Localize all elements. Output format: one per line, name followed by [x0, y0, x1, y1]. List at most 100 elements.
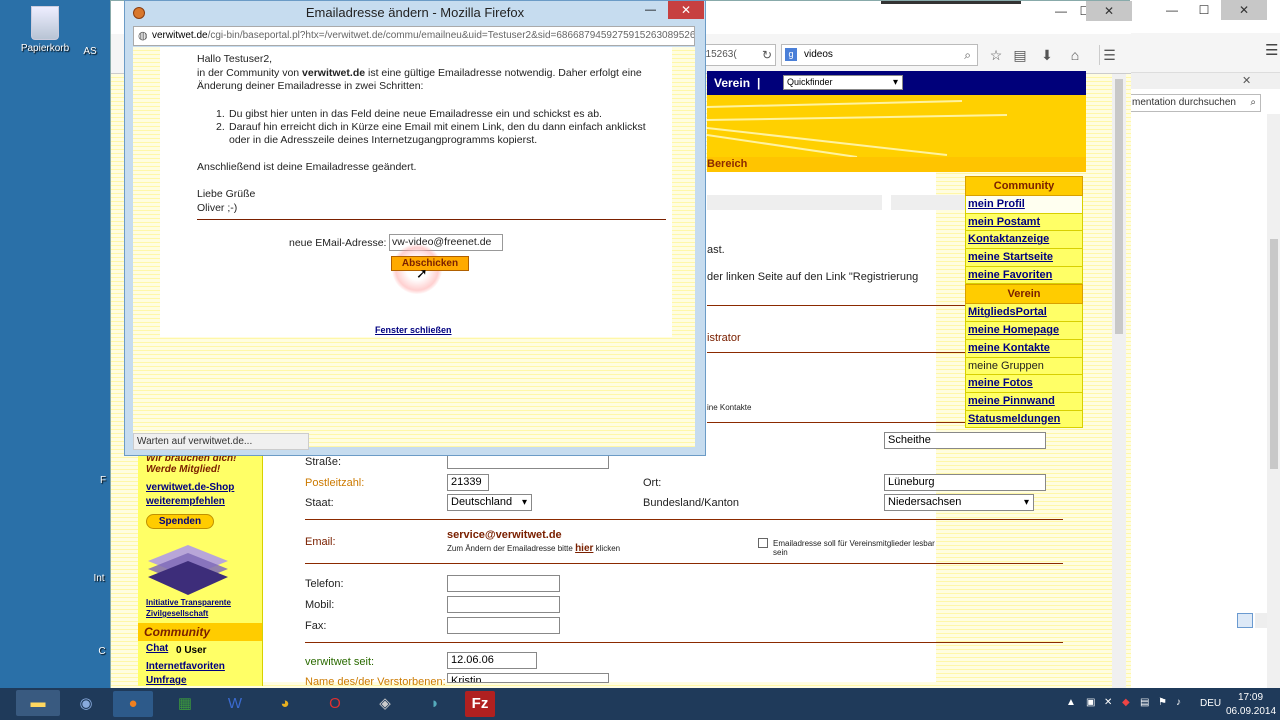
desktop-icon-partial[interactable]: AS: [70, 46, 110, 57]
tray-expand-icon[interactable]: ▲: [1066, 697, 1076, 708]
menu-item-mitgliedsportal[interactable]: MitgliedsPortal: [965, 304, 1083, 323]
intro-site-name: verwitwet.de: [302, 67, 366, 79]
menu-item-meine-startseite[interactable]: meine Startseite: [965, 249, 1083, 267]
ort-field[interactable]: Lüneburg: [884, 474, 1046, 491]
menu-item-meine-homepage[interactable]: meine Homepage: [965, 322, 1083, 340]
clock-time[interactable]: 17:09: [1238, 692, 1263, 703]
menu-item-meine-fotos[interactable]: meine Fotos: [965, 375, 1083, 393]
postleitzahl-field[interactable]: 21339: [447, 474, 489, 491]
email-hint: Zum Ändern der Emailadresse bitte hier k…: [447, 543, 620, 554]
menu-item-mein-profil[interactable]: mein Profil: [965, 196, 1083, 214]
url-bar[interactable]: 915263( ↻: [696, 44, 776, 66]
staat-select[interactable]: Deutschland: [447, 494, 532, 511]
email-visible-checkbox[interactable]: [758, 538, 768, 548]
join-banner[interactable]: Wir brauchen dich! Werde Mitglied!: [146, 453, 246, 475]
bundesland-select[interactable]: Niedersachsen: [884, 494, 1034, 511]
signature-text: Oliver ;-): [197, 202, 238, 214]
scrollbar[interactable]: [1267, 114, 1280, 689]
start-button[interactable]: ▬: [16, 690, 60, 716]
clock-date[interactable]: 06.09.2014: [1226, 706, 1276, 717]
page-scrollbar[interactable]: [1112, 74, 1126, 689]
email-change-link[interactable]: hier: [575, 543, 593, 554]
browser-icon[interactable]: ◗: [415, 691, 455, 717]
recommend-link[interactable]: weiterempfehlen: [146, 496, 225, 507]
close-button[interactable]: ✕: [1221, 0, 1267, 20]
intro-line-1: in der Community von verwitwet.de ist ei…: [197, 67, 642, 81]
hamburger-menu-icon[interactable]: ☰: [1265, 41, 1278, 59]
word-icon[interactable]: W: [215, 691, 255, 717]
verwitwet-seit-field[interactable]: 12.06.06: [447, 652, 537, 669]
desktop-icon-partial[interactable]: C: [92, 646, 112, 657]
view-toggle-icon[interactable]: [1237, 613, 1253, 628]
quickfinder-select[interactable]: Quickfinder: [783, 75, 903, 90]
menu-item-meine-gruppen[interactable]: meine Gruppen: [965, 357, 1083, 376]
fax-field[interactable]: [447, 617, 560, 634]
titlebar-tab-strip: [881, 1, 1021, 4]
chrome-icon[interactable]: ◕: [265, 691, 305, 717]
submit-button[interactable]: Abschicken: [391, 256, 469, 271]
bookmark-star-icon[interactable]: ☆: [986, 45, 1006, 65]
favorites-link[interactable]: Internetfavoriten: [146, 661, 225, 672]
telefon-field[interactable]: [447, 575, 560, 592]
nav-link-verein[interactable]: Verein: [714, 71, 750, 95]
donate-button[interactable]: Spenden: [146, 514, 214, 529]
intro-pre: in der Community von: [197, 67, 300, 79]
step-2-text-b: oder in die Adresszeile deines Internetz…: [229, 134, 538, 146]
language-indicator[interactable]: DEU: [1200, 698, 1221, 709]
popup-close-button[interactable]: ✕: [668, 1, 704, 19]
tray-app-icon[interactable]: ▣: [1086, 697, 1095, 708]
taskbar: ▬ ◉ ● ▦ W ◕ O ◈ ◗ Fz ▲ ▣ ✕ ◆ ▤ ⚑ ♪ DEU 1…: [0, 688, 1280, 720]
reload-icon[interactable]: ↻: [762, 45, 772, 65]
form-header-strip: [707, 195, 882, 210]
menu-item-meine-pinnwand[interactable]: meine Pinnwand: [965, 392, 1083, 411]
tray-shield-icon[interactable]: ◆: [1122, 697, 1130, 708]
umfrage-link[interactable]: Umfrage: [146, 675, 187, 686]
tray-volume-icon[interactable]: ♪: [1176, 697, 1181, 708]
search-input[interactable]: mentation durchsuchen ⌕: [1129, 94, 1261, 112]
excel-icon[interactable]: ▦: [165, 691, 205, 717]
maximize-button[interactable]: ☐: [1187, 0, 1221, 20]
tray-app-icon[interactable]: ✕: [1104, 697, 1112, 708]
popup-minimize-button[interactable]: —: [645, 4, 656, 16]
mobil-field[interactable]: [447, 596, 560, 613]
surname-field[interactable]: Scheithe: [884, 432, 1046, 449]
initiative-link[interactable]: Initiative Transparente Zivilgesellschaf…: [146, 597, 256, 619]
home-icon[interactable]: ⌂: [1065, 45, 1085, 65]
media-icon[interactable]: ◈: [365, 691, 405, 717]
google-icon[interactable]: g: [785, 48, 797, 61]
bookmarks-list-icon[interactable]: ▤: [1010, 45, 1030, 65]
quickfinder-value: Quickfinder: [787, 77, 833, 87]
close-icon[interactable]: ✕: [1242, 74, 1251, 87]
scrollbar-thumb[interactable]: [1115, 79, 1123, 334]
close-button[interactable]: ✕: [1086, 1, 1132, 21]
verwitwet-seit-value: 12.06.06: [451, 654, 494, 666]
teamviewer-icon[interactable]: ◉: [66, 691, 106, 717]
desktop-icon-label: C: [98, 646, 106, 657]
menu-icon[interactable]: ☰: [1099, 45, 1119, 65]
search-strip: ✕: [1127, 73, 1280, 89]
menu-item-kontaktanzeige[interactable]: Kontaktanzeige: [965, 231, 1083, 250]
minimize-button[interactable]: —: [1155, 0, 1189, 20]
menu-item-mein-postamt[interactable]: mein Postamt: [965, 213, 1083, 232]
download-icon[interactable]: ⬇: [1037, 45, 1057, 65]
search-bar[interactable]: g videos ⌕: [781, 44, 978, 66]
chat-link[interactable]: Chat: [146, 643, 168, 654]
donate-label: Spenden: [158, 516, 202, 527]
filezilla-icon[interactable]: Fz: [465, 691, 495, 717]
popup-url-bar[interactable]: ◍ verwitwet.de/cgi-bin/baseportal.pl?htx…: [133, 26, 695, 46]
join-banner-text: Wir brauchen dich! Werde Mitglied!: [146, 453, 237, 475]
shop-link[interactable]: verwitwet.de-Shop: [146, 482, 234, 493]
opera-icon[interactable]: O: [315, 691, 355, 717]
tray-network-icon[interactable]: ▤: [1140, 697, 1149, 708]
scrollbar-thumb[interactable]: [1270, 239, 1278, 469]
search-icon[interactable]: ⌕: [964, 45, 971, 65]
verstorbenen-field[interactable]: Kristin: [447, 673, 609, 683]
close-window-link[interactable]: Fenster schließen: [375, 325, 452, 335]
view-toggle-icon[interactable]: [1255, 613, 1267, 628]
menu-item-statusmeldungen[interactable]: Statusmeldungen: [965, 410, 1083, 429]
tray-flag-icon[interactable]: ⚑: [1158, 697, 1167, 708]
menu-item-meine-kontakte[interactable]: meine Kontakte: [965, 339, 1083, 358]
menu-item-meine-favoriten[interactable]: meine Favoriten: [965, 266, 1083, 285]
left-menu: Wir brauchen dich! Werde Mitglied! verwi…: [138, 451, 263, 686]
firefox-icon[interactable]: ●: [113, 691, 153, 717]
